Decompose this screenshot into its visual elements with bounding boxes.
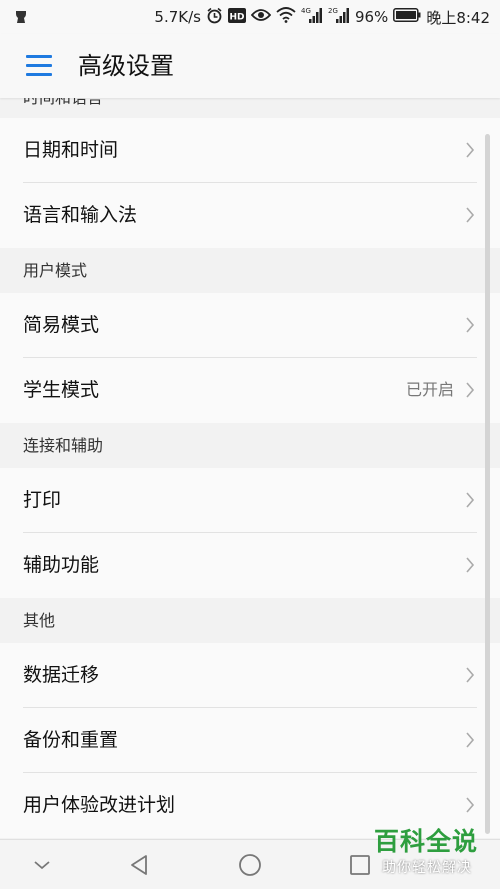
recents-icon[interactable]: [345, 850, 375, 880]
hide-nav-icon[interactable]: [27, 850, 57, 880]
back-icon[interactable]: [125, 850, 155, 880]
chevron-right-icon: [466, 492, 475, 508]
settings-item-label: 简易模式: [23, 314, 100, 336]
wifi-icon: [276, 7, 296, 27]
battery-percent: 96%: [354, 8, 389, 26]
settings-item-label: 打印: [23, 489, 62, 511]
status-bar-right: 5.7K/s HD 4G 2G 96% 晚上8:42: [154, 6, 490, 28]
chevron-right-icon: [466, 142, 475, 158]
chevron-right-icon: [466, 207, 475, 223]
chevron-right-icon: [466, 667, 475, 683]
watermark-title: 百科全说: [374, 827, 479, 856]
battery-icon: [393, 8, 421, 26]
settings-item-label: 数据迁移: [23, 664, 100, 686]
network-speed: 5.7K/s: [154, 8, 201, 26]
alarm-icon: [206, 7, 223, 28]
signal-1-label: 4G: [301, 7, 311, 15]
settings-item-label: 用户体验改进计划: [23, 794, 176, 816]
settings-item-label: 学生模式: [23, 379, 100, 401]
settings-item-label: 备份和重置: [23, 729, 119, 751]
notification-icon: [13, 9, 29, 25]
app-bar: 高级设置: [0, 34, 500, 98]
settings-item-accessibility[interactable]: 辅助功能: [0, 533, 500, 598]
settings-item-label: 辅助功能: [23, 554, 100, 576]
settings-list: 时间和语言 日期和时间 语言和输入法 用户模式 简易模式 学生模式 已开启 连接…: [0, 98, 500, 839]
section-header-other: 其他: [0, 598, 500, 643]
settings-item-label: 日期和时间: [23, 139, 119, 161]
settings-item-data-migration[interactable]: 数据迁移: [0, 643, 500, 708]
watermark-subtitle: 助你轻松解决: [382, 860, 472, 876]
watermark-logo: 百科全说 助你轻松解决: [372, 826, 494, 884]
settings-item-language-input[interactable]: 语言和输入法: [0, 183, 500, 248]
chevron-right-icon: [466, 382, 475, 398]
settings-item-date-time[interactable]: 日期和时间: [0, 118, 500, 183]
status-bar: 5.7K/s HD 4G 2G 96% 晚上8:42: [0, 0, 500, 34]
screen: 5.7K/s HD 4G 2G 96% 晚上8:42 高级设置 日期和时间 语言…: [0, 0, 500, 889]
section-header-connect-assist: 连接和辅助: [0, 423, 500, 468]
eye-comfort-icon: [250, 8, 272, 26]
section-header-user-mode: 用户模式: [0, 248, 500, 293]
svg-text:HD: HD: [229, 12, 244, 22]
clock: 晚上8:42: [426, 8, 490, 27]
home-icon[interactable]: [235, 850, 265, 880]
section-header-time-language: 时间和语言: [23, 98, 103, 108]
settings-item-print[interactable]: 打印: [0, 468, 500, 533]
hd-icon: HD: [227, 7, 246, 27]
settings-item-label: 语言和输入法: [23, 204, 138, 226]
settings-item-backup-reset[interactable]: 备份和重置: [0, 708, 500, 773]
chevron-right-icon: [466, 557, 475, 573]
chevron-right-icon: [466, 317, 475, 333]
signal-icon: 4G: [301, 6, 323, 28]
settings-item-simple-mode[interactable]: 简易模式: [0, 293, 500, 358]
chevron-right-icon: [466, 732, 475, 748]
page-title: 高级设置: [78, 52, 174, 80]
settings-item-student-mode[interactable]: 学生模式 已开启: [0, 358, 500, 423]
section-header-label: 用户模式: [23, 261, 88, 280]
signal-2-label: 2G: [328, 7, 338, 15]
section-header-label: 其他: [23, 611, 56, 630]
hamburger-menu-icon[interactable]: [26, 55, 52, 77]
signal-icon: 2G: [328, 6, 350, 28]
status-value: 已开启: [405, 380, 454, 399]
scrollbar[interactable]: [485, 134, 490, 834]
chevron-right-icon: [466, 797, 475, 813]
section-header-label: 连接和辅助: [23, 436, 104, 455]
